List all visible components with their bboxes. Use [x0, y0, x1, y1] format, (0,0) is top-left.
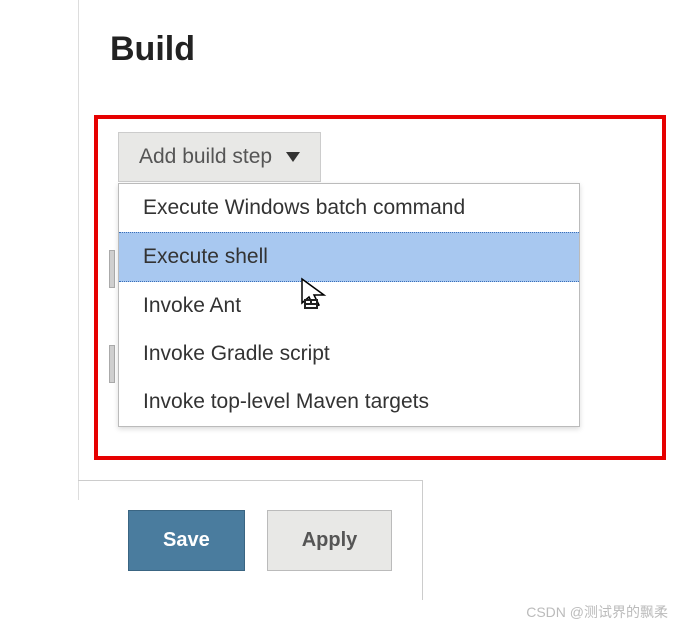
panel-left-border [78, 0, 79, 500]
drag-handle[interactable] [109, 250, 115, 288]
dropdown-item-label: Invoke Gradle script [143, 342, 330, 365]
save-button[interactable]: Save [128, 510, 245, 571]
watermark-text: CSDN @测试界的飘柔 [526, 602, 668, 622]
dropdown-item-invoke-gradle[interactable]: Invoke Gradle script [119, 330, 579, 378]
add-build-step-button[interactable]: Add build step [118, 132, 321, 182]
caret-down-icon [286, 152, 300, 162]
dropdown-item-execute-shell[interactable]: Execute shell [119, 232, 579, 282]
apply-button[interactable]: Apply [267, 510, 393, 571]
dropdown-item-label: Invoke Ant [143, 294, 241, 317]
dropdown-item-invoke-maven[interactable]: Invoke top-level Maven targets [119, 378, 579, 426]
dropdown-item-label: Execute Windows batch command [143, 196, 465, 219]
add-build-step-label: Add build step [139, 145, 272, 169]
drag-handle[interactable] [109, 345, 115, 383]
divider [78, 480, 423, 481]
apply-button-label: Apply [302, 529, 358, 551]
mouse-cursor-icon [300, 277, 328, 311]
section-title-build: Build [110, 30, 195, 69]
save-button-label: Save [163, 529, 210, 551]
divider [422, 480, 423, 600]
dropdown-item-label: Invoke top-level Maven targets [143, 390, 429, 413]
dropdown-item-label: Execute shell [143, 245, 268, 268]
dropdown-item-invoke-ant[interactable]: Invoke Ant [119, 282, 579, 330]
footer-buttons: Save Apply [128, 510, 392, 571]
dropdown-item-execute-windows-batch[interactable]: Execute Windows batch command [119, 184, 579, 232]
build-step-dropdown: Execute Windows batch command Execute sh… [118, 183, 580, 427]
